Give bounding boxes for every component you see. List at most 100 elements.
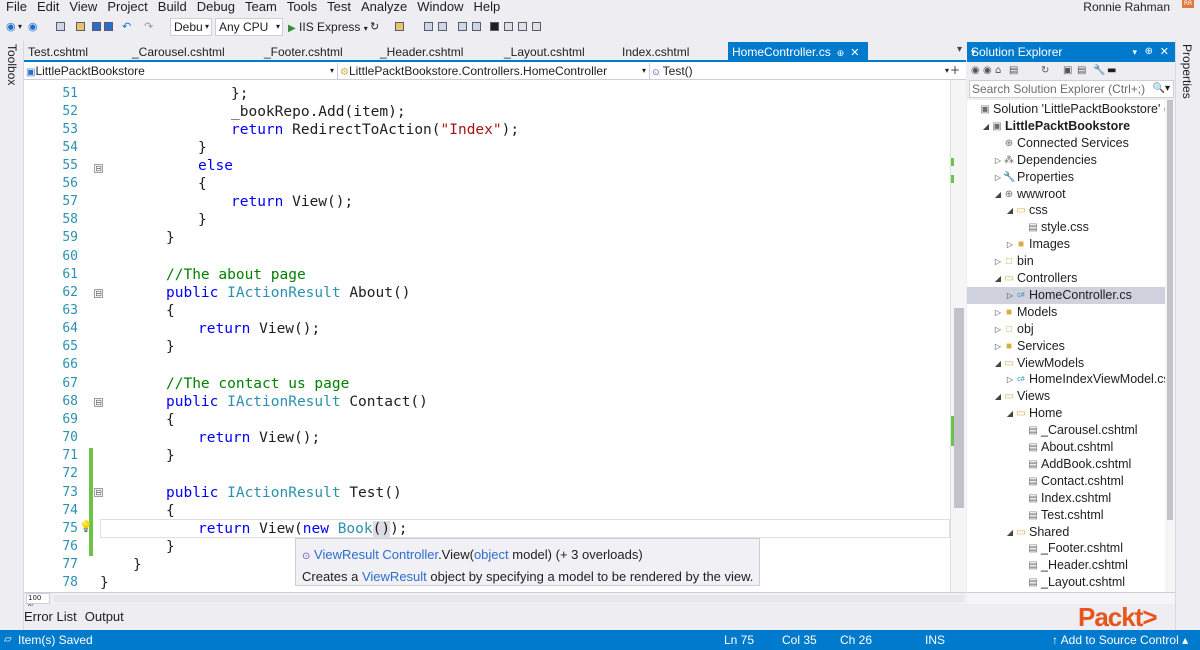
expand-arrow-icon[interactable]: ▷: [993, 304, 1003, 321]
menu-window[interactable]: Window: [412, 0, 468, 13]
project-dropdown[interactable]: ▣LittlePacktBookstore ▾: [26, 63, 338, 79]
tab-output[interactable]: Output: [85, 606, 124, 628]
zoom-select[interactable]: 100 %: [26, 593, 50, 611]
menu-view[interactable]: View: [64, 0, 102, 13]
preview-icon[interactable]: ▬: [1107, 62, 1116, 80]
bookmark-icon[interactable]: [490, 22, 499, 31]
fold-toggle[interactable]: ⊟: [94, 289, 103, 298]
tree-node[interactable]: ▤ AddBook.cshtml: [967, 456, 1165, 473]
tree-node[interactable]: ▷ □ bin: [967, 253, 1165, 270]
tree-node[interactable]: ▤ _Header.cshtml: [967, 557, 1165, 574]
class-dropdown[interactable]: ⚙LittlePacktBookstore.Controllers.HomeCo…: [340, 63, 650, 79]
collapse-arrow-icon[interactable]: ◢: [993, 388, 1003, 405]
undo-icon[interactable]: ↶: [122, 19, 131, 35]
user-avatar[interactable]: RR: [1182, 0, 1194, 8]
close-icon[interactable]: ✕: [850, 47, 859, 59]
window-position-icon[interactable]: ▾: [1132, 42, 1137, 62]
properties-wrench-icon[interactable]: 🔧: [1093, 62, 1105, 80]
toolbar-icon-a[interactable]: [424, 22, 433, 31]
save-icon[interactable]: [92, 22, 101, 31]
tree-node[interactable]: ▷ □ obj: [967, 321, 1165, 338]
pin-icon[interactable]: ⊕: [837, 48, 845, 58]
editor-vertical-scrollbar[interactable]: [950, 80, 966, 592]
tab-carousel-cshtml[interactable]: _Carousel.cshtml: [128, 42, 260, 62]
expand-arrow-icon[interactable]: ▷: [1005, 371, 1015, 388]
home-icon[interactable]: ⌂: [995, 62, 1001, 80]
expand-arrow-icon[interactable]: ▷: [993, 321, 1003, 338]
fold-toggle[interactable]: ⊟: [94, 398, 103, 407]
tab-error-list[interactable]: Error List: [24, 606, 77, 628]
bookmark-next-icon[interactable]: [518, 22, 527, 31]
tree-node[interactable]: ▤ _Footer.cshtml: [967, 540, 1165, 557]
expand-arrow-icon[interactable]: ▷: [993, 169, 1003, 186]
switch-views-icon[interactable]: ▤: [1009, 62, 1018, 80]
menu-test[interactable]: Test: [322, 0, 356, 13]
tree-node[interactable]: ▤ Contact.cshtml: [967, 473, 1165, 490]
tree-node[interactable]: ▤ _Carousel.cshtml: [967, 422, 1165, 439]
tree-node[interactable]: ▣ Solution 'LittlePacktBookstore' (1: [967, 101, 1165, 118]
pin-icon[interactable]: ⊕: [1145, 42, 1153, 62]
collapse-arrow-icon[interactable]: ◢: [993, 186, 1003, 203]
tree-node[interactable]: ⊕ Connected Services: [967, 135, 1165, 152]
tree-node[interactable]: ◢ ▭ Controllers: [967, 270, 1165, 287]
editor-horizontal-scrollbar[interactable]: [54, 595, 964, 602]
menu-tools[interactable]: Tools: [282, 0, 322, 13]
tree-node[interactable]: ▷ 🔧 Properties: [967, 169, 1165, 186]
tree-node[interactable]: ▷ ■ Models: [967, 304, 1165, 321]
redo-icon[interactable]: ↷: [144, 19, 153, 35]
tab-homecontroller-cs[interactable]: HomeController.cs ⊕ ✕: [728, 42, 868, 62]
solution-explorer-search[interactable]: Search Solution Explorer (Ctrl+;) 🔍▾: [969, 80, 1174, 98]
indent-icon[interactable]: [458, 22, 467, 31]
collapse-arrow-icon[interactable]: ◢: [993, 270, 1003, 287]
tree-node[interactable]: ◢ ⊕ wwwroot: [967, 186, 1165, 203]
menu-help[interactable]: Help: [469, 0, 506, 13]
save-all-icon[interactable]: [104, 22, 113, 31]
menu-build[interactable]: Build: [153, 0, 192, 13]
collapse-arrow-icon[interactable]: ◢: [1005, 405, 1015, 422]
tree-node[interactable]: ▤ About.cshtml: [967, 439, 1165, 456]
back-icon[interactable]: ◉: [6, 19, 16, 35]
collapse-arrow-icon[interactable]: ◢: [981, 118, 991, 135]
tree-node[interactable]: ▤ Test.cshtml: [967, 507, 1165, 524]
collapse-arrow-icon[interactable]: ◢: [993, 355, 1003, 372]
scrollbar-thumb[interactable]: [954, 308, 964, 508]
collapse-arrow-icon[interactable]: ◢: [1005, 202, 1015, 219]
tab-footer-cshtml[interactable]: _Footer.cshtml: [260, 42, 376, 62]
configuration-select[interactable]: Debu ▾: [170, 18, 212, 36]
expand-arrow-icon[interactable]: ▷: [993, 338, 1003, 355]
tree-node[interactable]: ◢ ▭ Shared: [967, 524, 1165, 541]
tab-header-cshtml[interactable]: _Header.cshtml: [376, 42, 500, 62]
fold-toggle[interactable]: ⊟: [94, 164, 103, 173]
tree-node[interactable]: ◢ ▭ ViewModels: [967, 355, 1165, 372]
menu-team[interactable]: Team: [240, 0, 282, 13]
close-icon[interactable]: ✕: [1160, 42, 1169, 62]
tree-node[interactable]: ◢ ▭ css: [967, 202, 1165, 219]
platform-select[interactable]: Any CPU ▾: [215, 18, 283, 36]
menu-project[interactable]: Project: [102, 0, 152, 13]
tree-node[interactable]: ◢ ▭ Home: [967, 405, 1165, 422]
tab-test-cshtml[interactable]: Test.cshtml: [24, 42, 128, 62]
expand-arrow-icon[interactable]: ▷: [1005, 287, 1015, 304]
split-editor-icon[interactable]: +: [950, 63, 960, 77]
tree-node[interactable]: ▷ c# HomeIndexViewModel.cs: [967, 371, 1165, 388]
toolbar-icon-b[interactable]: [438, 22, 447, 31]
browser-link-icon[interactable]: [395, 22, 404, 31]
sync-icon[interactable]: ↻: [1041, 62, 1049, 80]
back-icon[interactable]: ◉: [971, 62, 980, 80]
forward-icon[interactable]: ◉: [28, 19, 38, 35]
tree-node[interactable]: ▤ _Layout.cshtml: [967, 574, 1165, 591]
tree-node[interactable]: ▤ style.css: [967, 219, 1165, 236]
tab-index-cshtml[interactable]: Index.cshtml: [618, 42, 724, 62]
tree-node[interactable]: ▷ ⁂ Dependencies: [967, 152, 1165, 169]
expand-arrow-icon[interactable]: ▷: [1005, 236, 1015, 253]
bookmark-prev-icon[interactable]: [504, 22, 513, 31]
back-dropdown-icon[interactable]: ▾: [18, 19, 22, 35]
expand-arrow-icon[interactable]: ▷: [993, 253, 1003, 270]
solution-explorer-scrollbar[interactable]: [1165, 100, 1175, 592]
tab-list-dropdown-icon[interactable]: ▾: [957, 44, 962, 55]
refresh-icon[interactable]: ↻: [370, 19, 379, 35]
menu-analyze[interactable]: Analyze: [356, 0, 412, 13]
user-name[interactable]: Ronnie Rahman: [1083, 0, 1170, 14]
member-dropdown[interactable]: ⊙ Test() ▾: [652, 63, 952, 79]
outdent-icon[interactable]: [472, 22, 481, 31]
